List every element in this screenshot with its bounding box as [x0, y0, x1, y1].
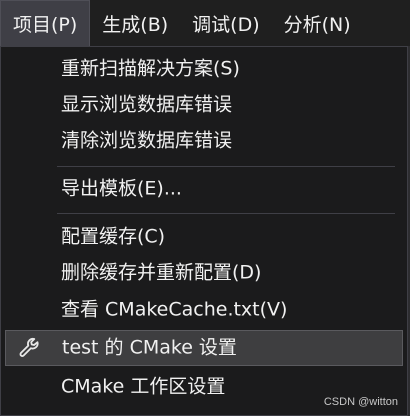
menu-debug-label: 调试(D) — [192, 13, 260, 36]
menu-item-rescan-solution[interactable]: 重新扫描解决方案(S) — [5, 51, 403, 87]
menu-separator — [57, 166, 395, 167]
menu-item-label: CMake 工作区设置 — [61, 375, 226, 398]
menu-item-show-browse-db-errors[interactable]: 显示浏览数据库错误 — [5, 87, 403, 123]
menu-item-label: 配置缓存(C) — [61, 225, 166, 248]
app-window: 项目(P) 生成(B) 调试(D) 分析(N) 重新扫描解决方案(S) 显示浏览… — [0, 0, 410, 416]
menu-item-clear-browse-db-errors[interactable]: 清除浏览数据库错误 — [5, 123, 403, 159]
menu-item-delete-cache-reconfigure[interactable]: 删除缓存并重新配置(D) — [5, 255, 403, 291]
wrench-icon — [16, 335, 42, 361]
menu-item-view-cmakecache[interactable]: 查看 CMakeCache.txt(V) — [5, 292, 403, 328]
menu-project[interactable]: 项目(P) — [0, 0, 91, 46]
menu-item-label: 查看 CMakeCache.txt(V) — [61, 298, 288, 321]
menu-analyze-label: 分析(N) — [283, 13, 351, 36]
menu-build[interactable]: 生成(B) — [90, 0, 180, 46]
menu-project-label: 项目(P) — [13, 14, 78, 36]
menu-analyze[interactable]: 分析(N) — [272, 0, 363, 46]
menu-item-configure-cache[interactable]: 配置缓存(C) — [5, 219, 403, 255]
menu-item-test-cmake-settings[interactable]: test 的 CMake 设置 — [5, 330, 403, 366]
menu-item-export-template[interactable]: 导出模板(E)... — [5, 171, 403, 207]
menu-item-label: test 的 CMake 设置 — [62, 336, 237, 359]
menu-item-label: 显示浏览数据库错误 — [61, 93, 233, 116]
menu-item-label: 重新扫描解决方案(S) — [61, 57, 240, 80]
watermark: CSDN @witton — [323, 396, 398, 408]
menu-debug[interactable]: 调试(D) — [180, 0, 271, 46]
project-menu-dropdown: 重新扫描解决方案(S) 显示浏览数据库错误 清除浏览数据库错误 导出模板(E).… — [0, 46, 408, 416]
menu-item-label: 导出模板(E)... — [61, 177, 182, 200]
menu-separator — [57, 213, 395, 214]
menu-build-label: 生成(B) — [102, 13, 169, 36]
menu-item-label: 清除浏览数据库错误 — [61, 129, 233, 152]
menu-bar: 项目(P) 生成(B) 调试(D) 分析(N) — [0, 0, 410, 46]
menu-item-label: 删除缓存并重新配置(D) — [61, 261, 262, 284]
